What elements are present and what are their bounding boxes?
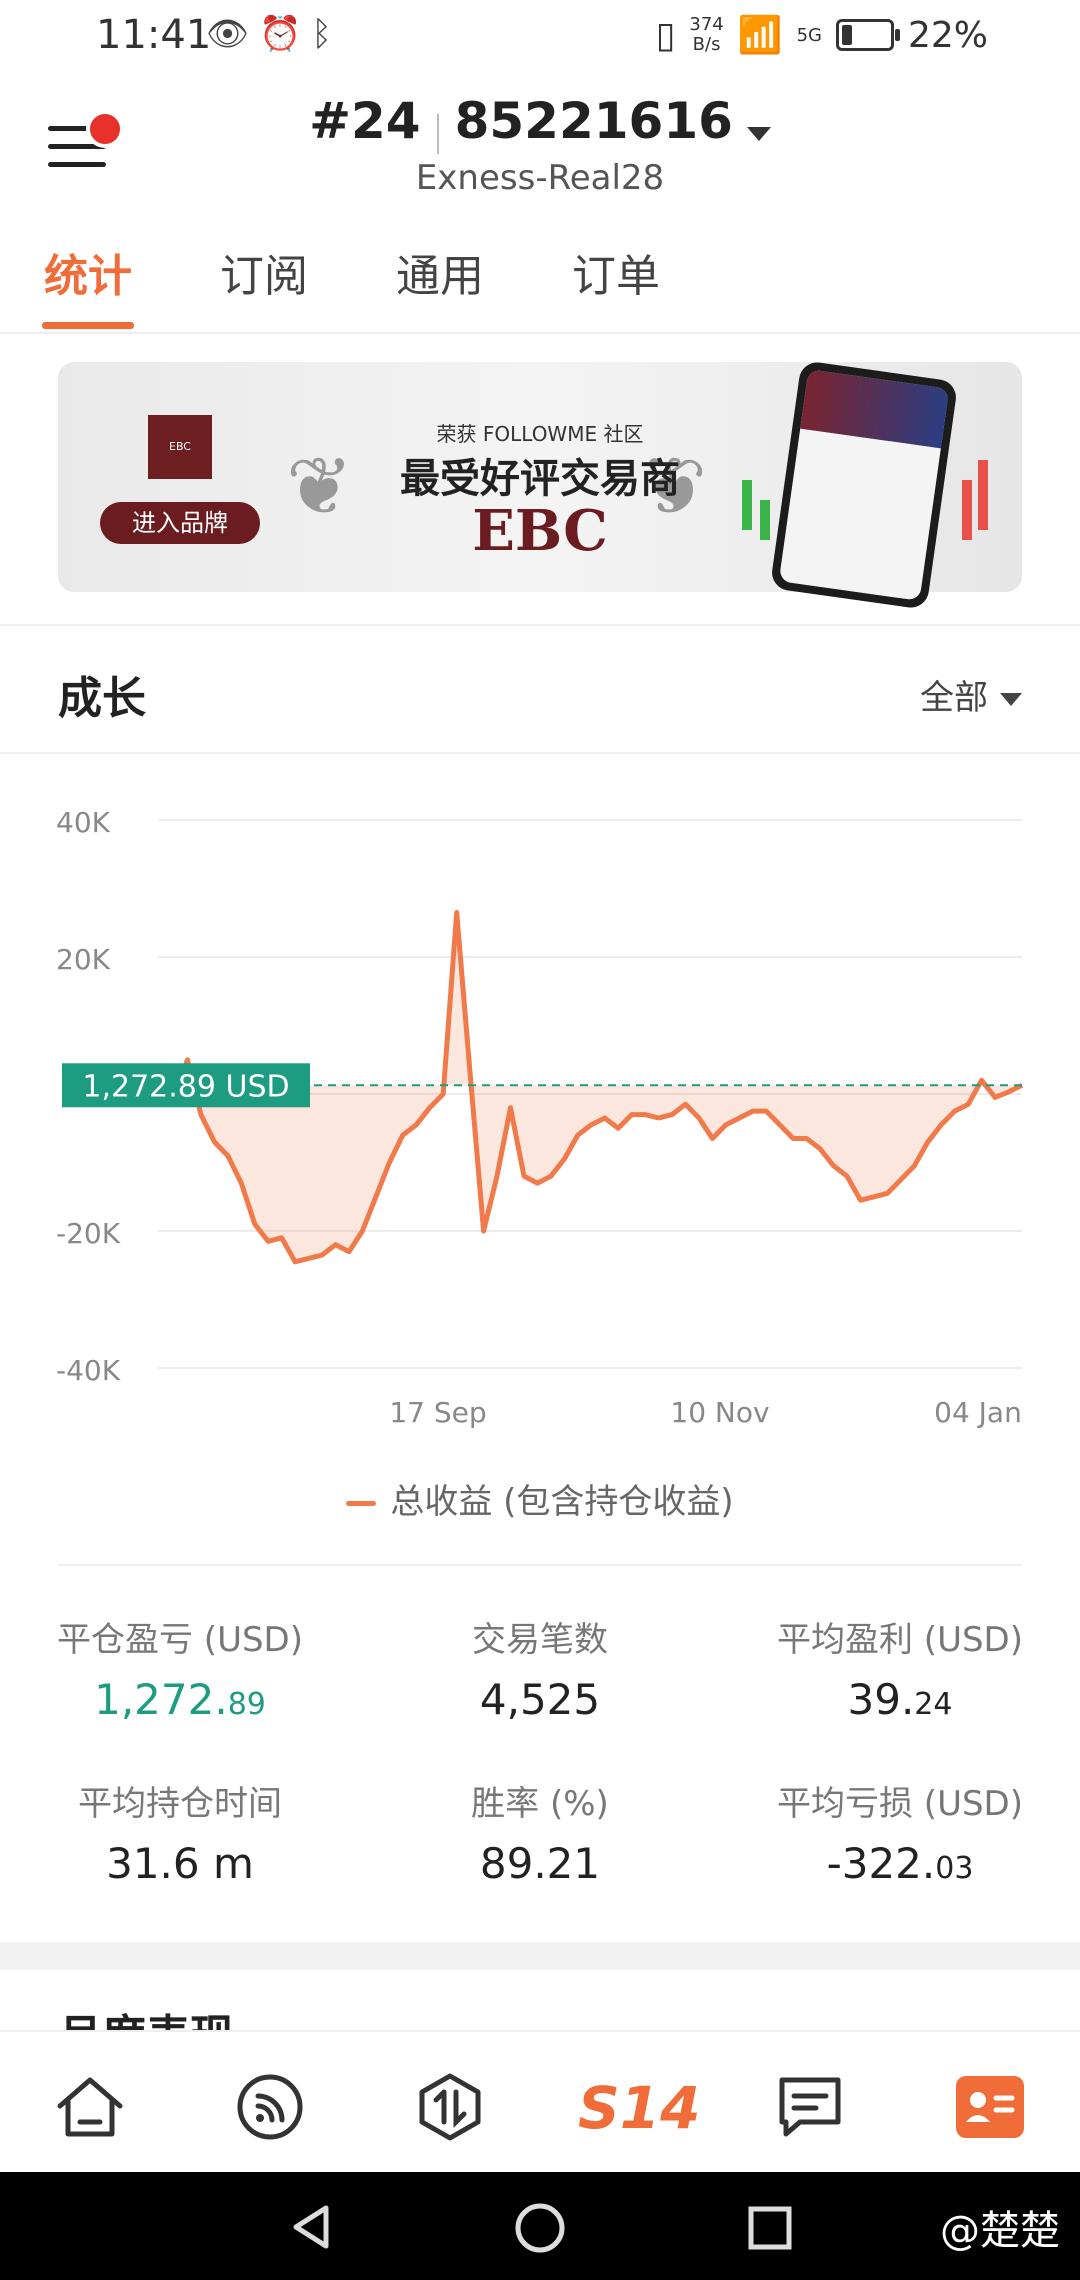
account-selector[interactable]: #24 85221616 bbox=[0, 92, 1080, 154]
stat-value: 1,272.89 bbox=[15, 1675, 345, 1724]
trade-icon[interactable] bbox=[410, 2072, 490, 2142]
stat-item: 交易笔数 4,525 bbox=[375, 1612, 705, 1724]
banner-brand: EBC bbox=[472, 498, 608, 564]
y-tick-label: -20K bbox=[56, 1217, 121, 1250]
net-speed: 374 B/s bbox=[689, 15, 723, 55]
stat-item: 胜率 (%) 89.21 bbox=[375, 1776, 705, 1888]
stat-value: 39.24 bbox=[735, 1675, 1065, 1724]
stat-label: 交易笔数 bbox=[472, 1620, 608, 1660]
stat-item: 平均亏损 (USD) -322.03 bbox=[735, 1776, 1065, 1888]
stat-value-int: 39. bbox=[847, 1675, 915, 1724]
battery-fill bbox=[841, 25, 852, 45]
range-selector[interactable]: 全部 bbox=[920, 670, 1022, 719]
x-tick-label: 10 Nov bbox=[670, 1396, 769, 1429]
status-right: ▯ 374 B/s 📶 5G 22% bbox=[655, 14, 988, 57]
tab-bar: 统计 订阅 通用 订单 bbox=[0, 240, 1080, 334]
server-name: Exness-Real28 bbox=[415, 158, 665, 198]
section-gap bbox=[0, 1942, 1080, 1970]
profile-card-icon[interactable] bbox=[950, 2072, 1030, 2142]
current-value-label: 1,272.89 USD bbox=[82, 1069, 289, 1104]
stat-value-dec: 03 bbox=[935, 1851, 974, 1886]
stat-label: 平均盈利 (USD) bbox=[777, 1620, 1023, 1660]
net-speed-unit: B/s bbox=[692, 34, 721, 55]
chart-legend: 总收益 (包含持仓收益) bbox=[0, 1474, 1080, 1523]
y-tick-label: 20K bbox=[56, 943, 111, 976]
stat-value-int: 4,525 bbox=[479, 1675, 601, 1724]
battery-percent: 22% bbox=[907, 14, 988, 56]
separator bbox=[436, 113, 439, 154]
messages-icon[interactable] bbox=[770, 2072, 850, 2142]
banner-award-line: 荣获 FOLLOWME 社区 bbox=[436, 422, 644, 446]
growth-chart[interactable]: 40K 20K -20K -40K 17 Sep 10 Nov 04 Jan 1,272.89… bbox=[0, 760, 1080, 1460]
tab-general[interactable]: 通用 bbox=[396, 240, 484, 304]
tab-orders[interactable]: 订单 bbox=[572, 240, 660, 304]
divider bbox=[0, 624, 1080, 626]
account-number: 85221616 bbox=[454, 92, 733, 150]
y-tick-label: -40K bbox=[56, 1354, 121, 1387]
battery-icon bbox=[835, 19, 900, 51]
eye-icon: 👁 bbox=[206, 14, 260, 54]
stat-value: 4,525 bbox=[375, 1675, 705, 1724]
bottom-nav: S14 bbox=[0, 2030, 1080, 2174]
legend-label: 总收益 (包含持仓收益) bbox=[390, 1482, 734, 1522]
feed-icon[interactable] bbox=[230, 2072, 310, 2142]
divider bbox=[58, 1564, 1022, 1566]
tab-subscribe[interactable]: 订阅 bbox=[220, 240, 308, 304]
stat-value: 89.21 bbox=[375, 1839, 705, 1888]
enter-brand-button[interactable]: 进入品牌 bbox=[100, 502, 260, 544]
stat-value-dec: 24 bbox=[914, 1687, 953, 1722]
candle-icon bbox=[760, 500, 770, 540]
tab-stats[interactable]: 统计 bbox=[44, 240, 132, 304]
alarm-icon: ⏰ bbox=[259, 14, 312, 54]
home-circle-icon[interactable] bbox=[514, 2202, 566, 2254]
stat-value-int: 31.6 m bbox=[106, 1839, 254, 1888]
stat-item: 平均持仓时间 31.6 m bbox=[15, 1776, 345, 1888]
x-tick-label: 17 Sep bbox=[389, 1396, 486, 1429]
signal-tag: 5G bbox=[796, 24, 822, 46]
net-speed-value: 374 bbox=[689, 14, 724, 35]
growth-title: 成长 bbox=[58, 673, 146, 724]
legend-swatch bbox=[346, 1501, 377, 1506]
stat-item: 平均盈利 (USD) 39.24 bbox=[735, 1612, 1065, 1724]
vibrate-icon: ▯ bbox=[655, 14, 676, 56]
stat-item: 平仓盈亏 (USD) 1,272.89 bbox=[15, 1612, 345, 1724]
stat-label: 平均亏损 (USD) bbox=[777, 1784, 1023, 1824]
candle-icon bbox=[962, 480, 972, 540]
range-label: 全部 bbox=[920, 678, 988, 718]
stat-value: 31.6 m bbox=[15, 1839, 345, 1888]
s14-icon[interactable]: S14 bbox=[578, 2074, 701, 2142]
wifi-icon: 📶 bbox=[737, 15, 783, 56]
chevron-down-icon bbox=[1000, 693, 1022, 706]
stat-label: 胜率 (%) bbox=[471, 1784, 609, 1824]
watermark: @楚楚 bbox=[940, 2208, 1060, 2254]
phone-illustration bbox=[769, 360, 959, 610]
stat-value-int: 89.21 bbox=[479, 1839, 601, 1888]
system-nav-bar bbox=[0, 2172, 1080, 2280]
stat-value-int: 1,272. bbox=[94, 1675, 228, 1724]
stat-value-dec: 89 bbox=[227, 1687, 266, 1722]
candle-icon bbox=[742, 480, 752, 530]
monthly-section-title: 月度表现 bbox=[58, 2000, 234, 2030]
divider bbox=[0, 752, 1080, 754]
stat-label: 平仓盈亏 (USD) bbox=[57, 1620, 303, 1660]
recents-icon[interactable] bbox=[746, 2204, 794, 2252]
bluetooth-icon: ᛒ bbox=[311, 14, 342, 54]
active-tab-indicator bbox=[42, 322, 134, 329]
status-bar: 11:41 👁⏰ᛒ ▯ 374 B/s 📶 5G 22% bbox=[0, 0, 1080, 72]
home-icon[interactable] bbox=[50, 2072, 130, 2142]
stat-label: 平均持仓时间 bbox=[78, 1784, 282, 1824]
candle-icon bbox=[978, 460, 988, 530]
chevron-down-icon bbox=[746, 126, 771, 141]
x-tick-label: 04 Jan bbox=[934, 1396, 1022, 1429]
banner-headline: 最受好评交易商 bbox=[400, 456, 680, 502]
stat-value-int: -322. bbox=[826, 1839, 936, 1888]
y-tick-label: 40K bbox=[56, 806, 111, 839]
back-icon[interactable] bbox=[286, 2202, 336, 2252]
stat-value: -322.03 bbox=[735, 1839, 1065, 1888]
account-rank: #24 bbox=[309, 92, 421, 150]
ebc-logo: EBC bbox=[148, 415, 212, 479]
status-time: 11:41 bbox=[96, 12, 212, 58]
status-icons: 👁⏰ᛒ bbox=[206, 14, 342, 54]
